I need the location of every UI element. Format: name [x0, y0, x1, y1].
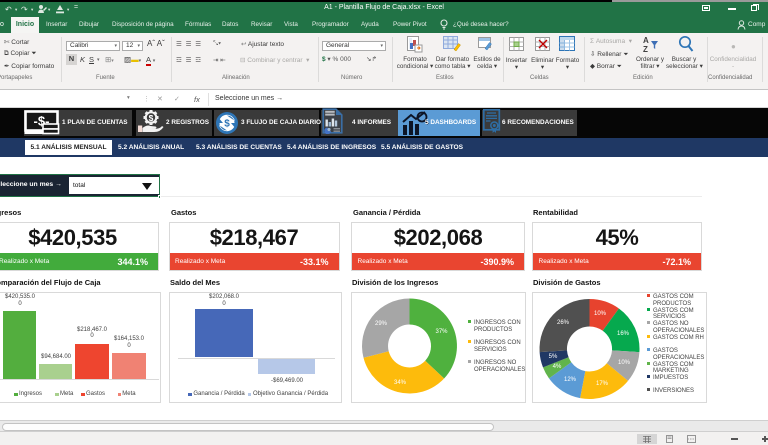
svg-text:$: $ [149, 113, 154, 123]
svg-text:Z: Z [643, 45, 648, 53]
svg-text:A: A [643, 36, 649, 45]
svg-text:$: $ [224, 119, 230, 130]
